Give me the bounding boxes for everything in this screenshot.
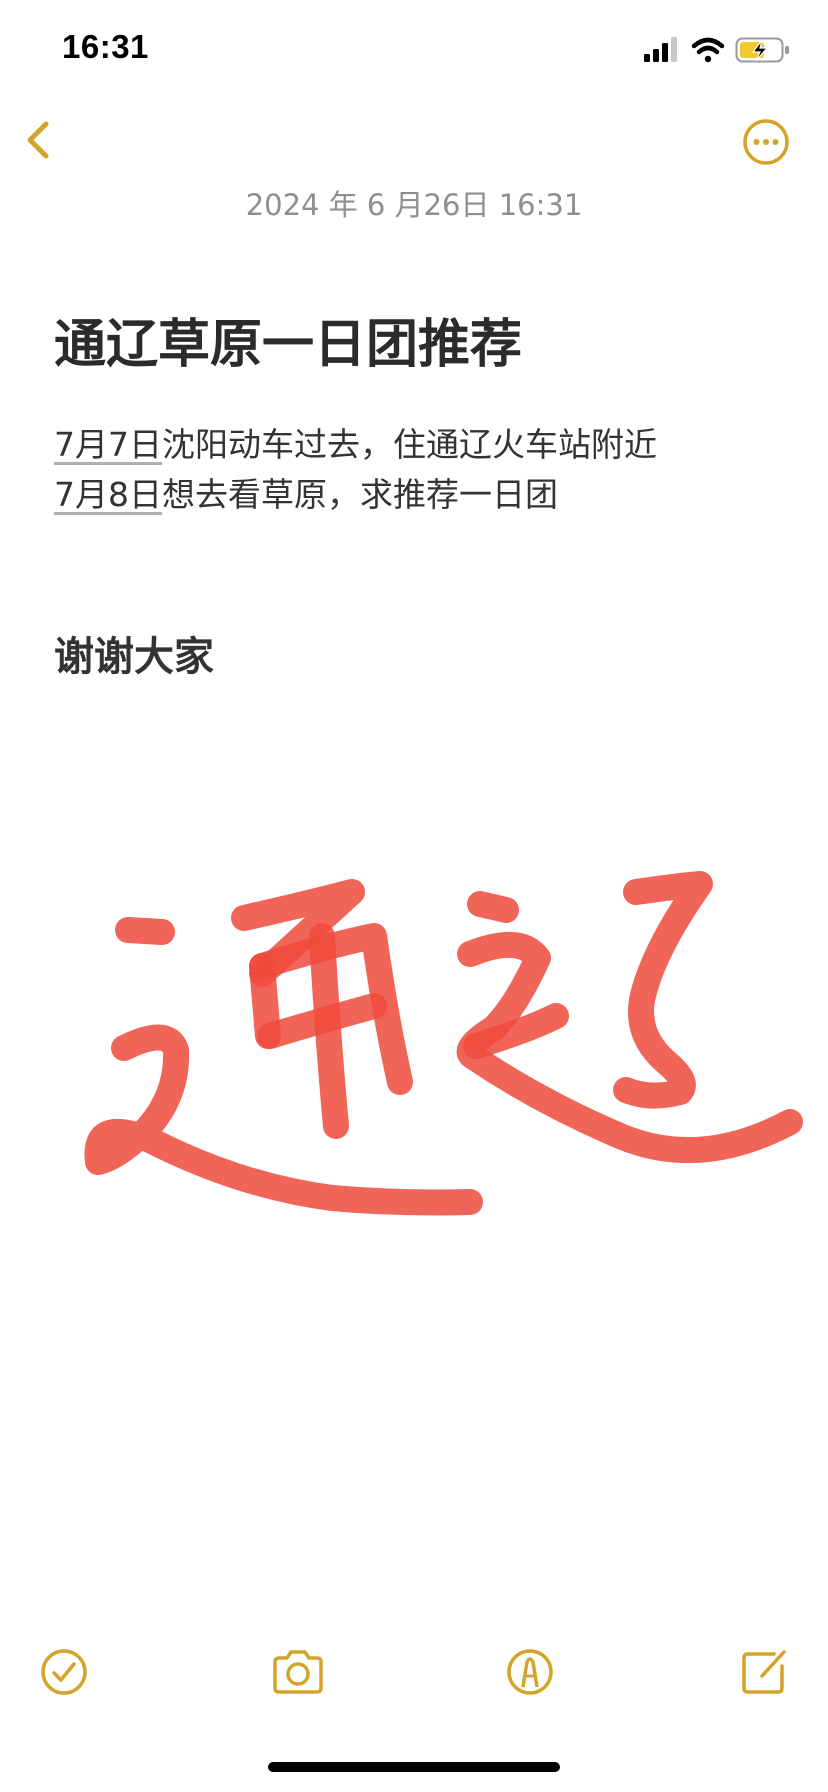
- note-title: 通辽草原一日团推荐: [54, 315, 523, 375]
- note-line-text: 沈阳动车过去，住通辽火车站附近: [162, 425, 657, 464]
- date-link[interactable]: 7月8日: [54, 475, 162, 514]
- back-button[interactable]: [18, 112, 74, 168]
- note-thanks: 谢谢大家: [54, 634, 214, 680]
- checklist-icon: [41, 1649, 87, 1695]
- battery-icon: [735, 37, 789, 63]
- signal-icon: [644, 37, 677, 62]
- bottom-toolbar: [0, 1640, 828, 1720]
- wifi-icon: [691, 37, 725, 63]
- ellipsis-circle-icon: [743, 119, 789, 165]
- camera-button[interactable]: [266, 1640, 330, 1704]
- note-body[interactable]: 通辽草原一日团推荐 7月7日沈阳动车过去，住通辽火车站附近 7月8日想去看草原，…: [54, 310, 784, 682]
- status-time: 16:31: [62, 28, 149, 65]
- note-line-text: 想去看草原，求推荐一日团: [162, 475, 558, 514]
- status-bar: 16:31: [0, 0, 828, 100]
- note-lines: 7月7日沈阳动车过去，住通辽火车站附近 7月8日想去看草原，求推荐一日团: [54, 420, 784, 520]
- status-icons: [644, 37, 789, 63]
- note-date: 2024 年 6 月26日 16:31: [245, 188, 583, 222]
- date-link[interactable]: 7月7日: [54, 425, 162, 464]
- more-button[interactable]: [742, 118, 790, 166]
- handwriting-drawing[interactable]: [0, 840, 828, 1300]
- note-line: 7月8日想去看草原，求推荐一日团: [54, 470, 784, 520]
- compose-button[interactable]: [732, 1640, 796, 1704]
- checklist-button[interactable]: [32, 1640, 96, 1704]
- chevron-left-icon: [27, 121, 49, 159]
- compose-icon: [742, 1650, 786, 1694]
- camera-icon: [273, 1650, 323, 1694]
- markup-button[interactable]: [498, 1640, 562, 1704]
- note-line: 7月7日沈阳动车过去，住通辽火车站附近: [54, 420, 784, 470]
- home-indicator: [268, 1762, 560, 1772]
- markup-pen-icon: [507, 1649, 553, 1695]
